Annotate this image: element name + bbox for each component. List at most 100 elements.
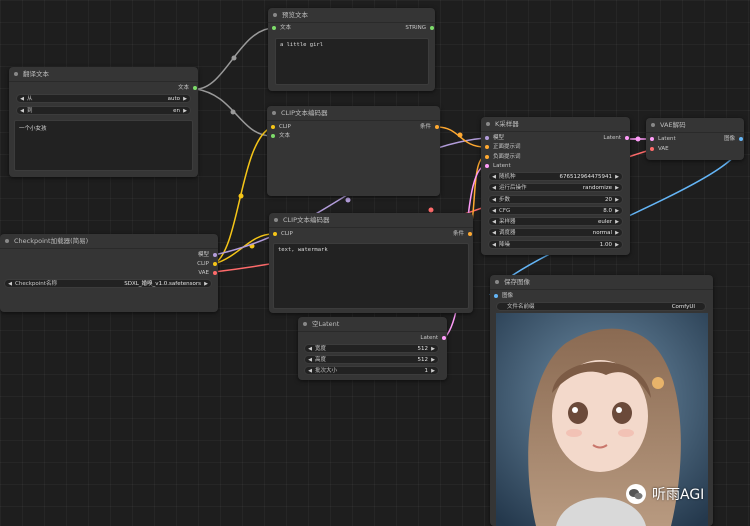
input-clip-port[interactable]: CLIP <box>270 123 291 131</box>
node-title[interactable]: CLIP文本编码器 <box>267 106 440 121</box>
control-after-generate-widget[interactable]: ◀ 运行后操作 randomize ▶ <box>488 183 623 192</box>
widget-label: 降噪 <box>499 242 511 248</box>
widget-value: en <box>173 108 180 114</box>
seed-widget[interactable]: ◀ 随机种 676512964475941 ▶ <box>488 172 623 181</box>
source-text-area[interactable]: 一个小女孩 <box>14 120 193 171</box>
node-canvas[interactable]: 翻译文本 文本 ◀ 从 auto ▶ ◀ 到 en ▶ 一个小女孩 预览文本 文本 STRI… <box>0 0 750 526</box>
port-label: 文本 <box>280 25 292 31</box>
widget-label: 采样器 <box>499 219 516 225</box>
node-clip-text-encode-positive[interactable]: CLIP文本编码器 CLIP 文本 条件 <box>267 106 440 196</box>
output-vae-port[interactable]: VAE <box>198 269 218 277</box>
port-label: STRING <box>405 25 426 31</box>
output-latent-port[interactable]: Latent <box>603 134 630 142</box>
width-widget[interactable]: ◀ 宽度 512 ▶ <box>304 344 439 353</box>
node-title[interactable]: 预览文本 <box>268 8 435 23</box>
output-clip-port[interactable]: CLIP <box>197 260 218 268</box>
output-string-port[interactable]: STRING <box>405 24 435 32</box>
node-vae-decode[interactable]: VAE解码 Latent VAE 图像 <box>646 118 744 160</box>
watermark-text: 听雨AGI <box>652 487 705 503</box>
node-title[interactable]: CLIP文本编码器 <box>269 213 473 228</box>
output-text-port[interactable]: 文本 <box>178 84 198 92</box>
node-title-text: VAE解码 <box>660 121 686 129</box>
input-vae-port[interactable]: VAE <box>649 145 669 153</box>
widget-label: Checkpoint名称 <box>15 281 57 287</box>
cfg-widget[interactable]: ◀ CFG 8.0 ▶ <box>488 206 623 215</box>
port-label: 模型 <box>197 252 209 258</box>
widget-label: 随机种 <box>499 174 516 180</box>
node-preview-text[interactable]: 预览文本 文本 STRING a little girl <box>268 8 435 91</box>
output-conditioning-port[interactable]: 条件 <box>453 230 473 238</box>
node-title[interactable]: Checkpoint加载器(简易) <box>0 234 218 249</box>
preview-text-area[interactable]: a little girl <box>275 38 429 85</box>
port-label: CLIP <box>279 124 291 130</box>
widget-value: 20 <box>605 197 612 203</box>
node-title-text: CLIP文本编码器 <box>283 216 330 224</box>
node-title[interactable]: K采样器 <box>481 117 630 132</box>
port-label: 文本 <box>279 133 291 139</box>
node-empty-latent[interactable]: 空Latent Latent ◀ 宽度 512 ▶ ◀ 高度 512 ▶ ◀ 批次大小 1 ▶ <box>298 317 447 380</box>
node-ksampler[interactable]: K采样器 模型 正面提示词 负面提示词 Latent Latent ◀ 随机种 67… <box>481 117 630 255</box>
port-label: 图像 <box>723 136 735 142</box>
input-clip-port[interactable]: CLIP <box>272 230 293 238</box>
height-widget[interactable]: ◀ 高度 512 ▶ <box>304 355 439 364</box>
node-title[interactable]: 翻译文本 <box>9 67 198 82</box>
input-text-port[interactable]: 文本 <box>271 24 291 32</box>
widget-value: ComfyUI <box>671 304 695 310</box>
denoise-widget[interactable]: ◀ 降噪 1.00 ▶ <box>488 240 623 249</box>
input-image-port[interactable]: 图像 <box>493 292 513 300</box>
input-negative-port[interactable]: 负面提示词 <box>484 153 521 161</box>
port-label: Latent <box>658 136 676 142</box>
widget-value: 676512964475941 <box>559 174 613 180</box>
input-text-port[interactable]: 文本 <box>270 132 290 140</box>
widget-value: 1.00 <box>599 242 612 248</box>
port-label: 条件 <box>419 124 431 130</box>
port-label: VAE <box>198 270 209 276</box>
steps-widget[interactable]: ◀ 步数 20 ▶ <box>488 195 623 204</box>
output-conditioning-port[interactable]: 条件 <box>420 123 440 131</box>
checkpoint-name-select[interactable]: ◀ Checkpoint名称 SDXL_婚嗅_v1.0.safetensors ▶ <box>4 279 212 288</box>
widget-value: auto <box>167 96 180 102</box>
node-title-text: Checkpoint加载器(简易) <box>14 237 89 245</box>
wire-translate-to-clip-text <box>195 88 273 137</box>
widget-value: normal <box>592 230 612 236</box>
widget-value: 512 <box>417 346 429 352</box>
node-title[interactable]: 保存图像 <box>490 275 713 290</box>
node-title[interactable]: 空Latent <box>298 317 447 332</box>
node-clip-text-encode-negative[interactable]: CLIP文本编码器 CLIP 条件 text, watermark <box>269 213 473 313</box>
scheduler-widget[interactable]: ◀ 调度器 normal ▶ <box>488 228 623 237</box>
wire-translate-to-preview <box>195 27 275 90</box>
port-label: Latent <box>493 163 511 169</box>
filename-prefix-widget[interactable]: 文件名前缀 ComfyUI <box>496 302 706 311</box>
widget-label: 调度器 <box>499 230 516 236</box>
widget-label: 文件名前缀 <box>507 304 535 310</box>
port-label: VAE <box>658 146 669 152</box>
batch-size-widget[interactable]: ◀ 批次大小 1 ▶ <box>304 366 439 375</box>
port-label: Latent <box>420 335 438 341</box>
sampler-widget[interactable]: ◀ 采样器 euler ▶ <box>488 217 623 226</box>
output-image-port[interactable]: 图像 <box>724 135 744 143</box>
to-language-select[interactable]: ◀ 到 en ▶ <box>16 106 191 115</box>
widget-label: 到 <box>27 108 33 114</box>
node-checkpoint-loader[interactable]: Checkpoint加载器(简易) 模型 CLIP VAE ◀ Checkpoin… <box>0 234 218 312</box>
widget-label: CFG <box>499 208 511 214</box>
output-latent-port[interactable]: Latent <box>420 334 447 342</box>
widget-value: 512 <box>417 357 429 363</box>
port-label: 条件 <box>452 231 464 237</box>
node-title-text: CLIP文本编码器 <box>281 109 328 117</box>
port-label: 图像 <box>502 293 514 299</box>
widget-label: 步数 <box>499 197 511 203</box>
negative-prompt-area[interactable]: text, watermark <box>273 243 469 309</box>
node-translate-text[interactable]: 翻译文本 文本 ◀ 从 auto ▶ ◀ 到 en ▶ 一个小女孩 <box>9 67 198 177</box>
node-title[interactable]: VAE解码 <box>646 118 744 133</box>
widget-value: 8.0 <box>603 208 612 214</box>
watermark: 听雨AGI <box>626 484 704 504</box>
input-model-port[interactable]: 模型 <box>484 134 504 142</box>
output-model-port[interactable]: 模型 <box>198 251 218 259</box>
from-language-select[interactable]: ◀ 从 auto ▶ <box>16 94 191 103</box>
input-latent-port[interactable]: Latent <box>484 162 511 170</box>
port-label: CLIP <box>197 261 209 267</box>
input-positive-port[interactable]: 正面提示词 <box>484 143 521 151</box>
port-label: 负面提示词 <box>493 154 521 160</box>
input-latent-port[interactable]: Latent <box>649 135 676 143</box>
node-title-text: K采样器 <box>495 120 519 128</box>
